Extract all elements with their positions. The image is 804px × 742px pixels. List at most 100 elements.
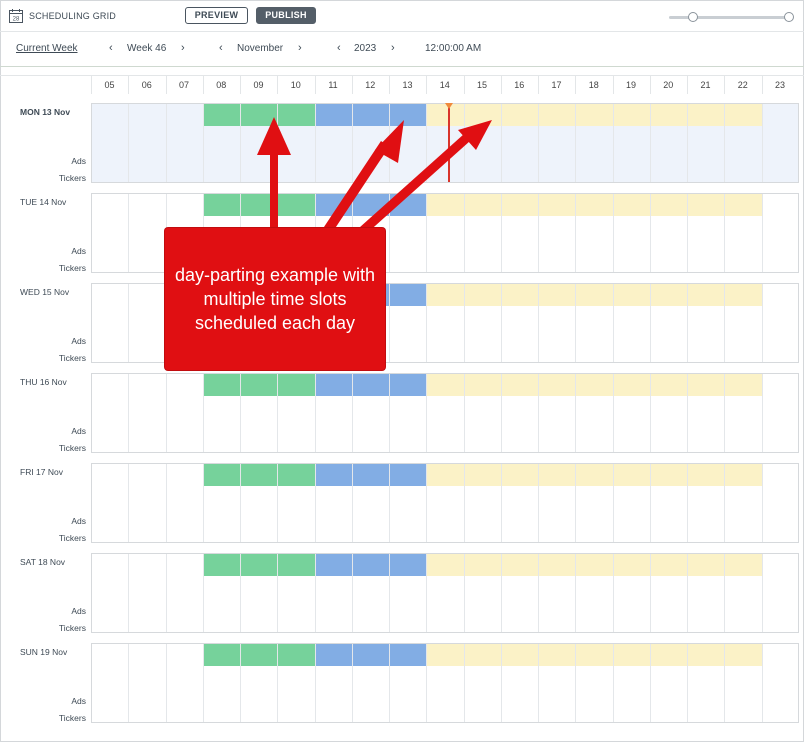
hour-gridline (426, 644, 428, 722)
prev-month-chevron-icon[interactable]: ‹ (219, 43, 223, 54)
tickers-row-label: Tickers (58, 623, 86, 633)
hour-gridline (240, 374, 241, 452)
day-row[interactable] (91, 463, 799, 543)
time-slot-1[interactable] (202, 644, 315, 666)
time-value: 12:00:00 AM (425, 43, 482, 54)
hour-gridline (687, 374, 688, 452)
zoom-slider-high-handle[interactable] (784, 12, 794, 22)
hour-gridline (500, 374, 502, 452)
hour-label-19: 19 (625, 80, 636, 90)
tickers-row-label: Tickers (58, 443, 86, 453)
hour-label-11: 11 (328, 80, 338, 90)
hour-label-09: 09 (253, 80, 264, 90)
hour-tick (463, 76, 465, 94)
hour-gridline (687, 644, 688, 722)
hour-gridline (724, 644, 726, 722)
hour-gridline (575, 464, 577, 542)
week-value: Week 46 (127, 43, 167, 54)
hour-gridline (649, 644, 651, 722)
hour-gridline (426, 284, 428, 362)
time-slot-3[interactable] (426, 464, 762, 486)
time-slot-3[interactable] (426, 644, 762, 666)
next-year-chevron-icon[interactable]: › (391, 43, 395, 54)
hour-label-16: 16 (514, 80, 525, 90)
day-label: SUN 19 Nov (20, 647, 68, 657)
hour-gridline (612, 194, 614, 272)
hour-gridline (538, 554, 539, 632)
zoom-slider-low-handle[interactable] (688, 12, 698, 22)
hour-gridline (649, 194, 651, 272)
tickers-row-label: Tickers (58, 713, 86, 723)
day-row[interactable] (91, 103, 799, 183)
time-slot-2[interactable] (314, 104, 427, 126)
time-slot-1[interactable] (202, 374, 315, 396)
time-slot-3[interactable] (426, 194, 762, 216)
hour-gridline (351, 644, 353, 722)
hour-gridline (649, 464, 651, 542)
day-row[interactable] (91, 373, 799, 453)
hour-tick (761, 76, 763, 94)
svg-text:28: 28 (13, 17, 20, 23)
hour-label-05: 05 (104, 80, 115, 90)
publish-button[interactable]: PUBLISH (256, 7, 316, 24)
time-slot-3[interactable] (426, 554, 762, 576)
time-slot-1[interactable] (202, 464, 315, 486)
hour-gridline (314, 464, 316, 542)
zoom-slider[interactable] (669, 12, 794, 22)
time-slot-2[interactable] (314, 194, 427, 216)
hour-gridline (277, 104, 279, 182)
next-week-chevron-icon[interactable]: › (181, 43, 185, 54)
current-week-link[interactable]: Current Week (16, 43, 78, 54)
time-slot-1[interactable] (202, 554, 315, 576)
prev-week-chevron-icon[interactable]: ‹ (109, 43, 113, 54)
hour-gridline (128, 104, 130, 182)
ads-row-label: Ads (71, 156, 86, 166)
ads-row-label: Ads (71, 516, 86, 526)
hour-gridline (165, 644, 167, 722)
time-slot-3[interactable] (426, 374, 762, 396)
hour-gridline (463, 284, 465, 362)
hour-label-14: 14 (439, 80, 450, 90)
ads-row-label: Ads (71, 606, 86, 616)
time-slot-1[interactable] (202, 104, 315, 126)
hour-gridline (240, 104, 241, 182)
time-slot-2[interactable] (314, 374, 427, 396)
next-month-chevron-icon[interactable]: › (298, 43, 302, 54)
preview-button[interactable]: PREVIEW (185, 7, 248, 24)
prev-year-chevron-icon[interactable]: ‹ (337, 43, 341, 54)
ads-row-label: Ads (71, 246, 86, 256)
hour-gridline (724, 464, 726, 542)
hour-gridline (761, 194, 763, 272)
hour-tick (612, 76, 614, 94)
hour-gridline (351, 374, 353, 452)
hour-gridline (389, 554, 390, 632)
hour-gridline (314, 644, 316, 722)
hour-gridline (351, 464, 353, 542)
time-slot-3[interactable] (426, 104, 762, 126)
hour-tick (240, 76, 241, 94)
hour-tick (500, 76, 502, 94)
hour-gridline (240, 644, 241, 722)
hour-gridline (389, 644, 390, 722)
hour-gridline (128, 554, 130, 632)
time-slot-2[interactable] (314, 554, 427, 576)
day-row[interactable] (91, 553, 799, 633)
hour-tick (538, 76, 539, 94)
hour-gridline (389, 374, 390, 452)
day-row[interactable] (91, 643, 799, 723)
hour-gridline (426, 554, 428, 632)
hour-gridline (575, 194, 577, 272)
hour-tick (687, 76, 688, 94)
hour-gridline (612, 554, 614, 632)
hour-gridline (240, 464, 241, 542)
hour-tick (351, 76, 353, 94)
time-slot-3[interactable] (426, 284, 762, 306)
time-slot-1[interactable] (202, 194, 315, 216)
hour-tick (165, 76, 167, 94)
hour-gridline (500, 644, 502, 722)
time-slot-2[interactable] (314, 464, 427, 486)
hour-gridline (538, 284, 539, 362)
time-slot-2[interactable] (314, 644, 427, 666)
hour-tick (91, 76, 92, 94)
hour-gridline (165, 104, 167, 182)
